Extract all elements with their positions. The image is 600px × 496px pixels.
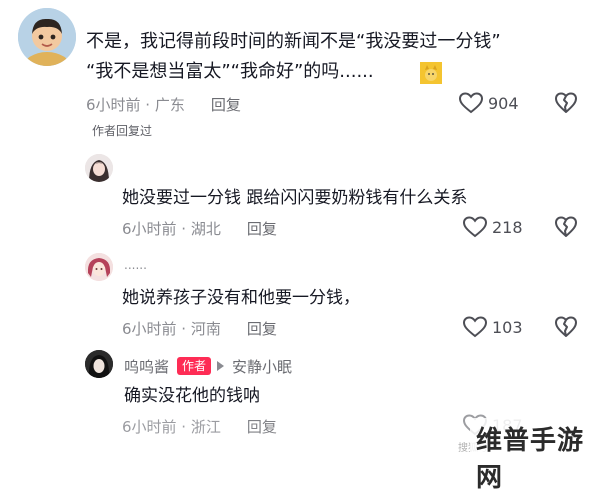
reply-meta-row: 6小时前 · 浙江 回复: [122, 416, 277, 436]
avatar-illustration: [18, 8, 76, 66]
heart-icon: [462, 216, 488, 238]
comment-text-line1: 不是，我记得前段时间的新闻不是“我没要过一分钱”: [86, 31, 501, 52]
author-avatar[interactable]: [85, 350, 113, 378]
commenter-avatar[interactable]: [18, 8, 76, 66]
reply-text: 确实没花他的钱呐: [124, 386, 260, 406]
avatar-illustration: [85, 350, 113, 378]
reply-text: 她说养孩子没有和他要一分钱，: [122, 288, 360, 308]
reply-avatar[interactable]: [85, 154, 113, 182]
reply-header-row: 呜呜酱 作者 安静小眠: [124, 356, 292, 376]
reply-button[interactable]: 回复: [247, 416, 277, 437]
dislike-button[interactable]: [554, 316, 578, 338]
broken-heart-icon: [555, 316, 577, 337]
like-count: 103: [492, 317, 523, 337]
emoji-sticker-icon: [420, 62, 442, 84]
reply-time-location: 6小时前 · 浙江: [122, 417, 221, 436]
dislike-button[interactable]: [554, 92, 578, 114]
reply-avatar[interactable]: [85, 253, 113, 281]
reply-button[interactable]: 回复: [247, 318, 277, 339]
reply-text: 她没要过一分钱 跟给闪闪要奶粉钱有什么关系: [122, 188, 468, 208]
avatar-illustration: [85, 154, 113, 182]
reply-to-name[interactable]: 安静小眠: [232, 356, 292, 377]
comment-text-line2: “我不是想当富太”“我命好”的吗......: [86, 58, 374, 86]
like-button[interactable]: 103: [462, 316, 523, 338]
broken-heart-icon: [555, 216, 577, 237]
broken-heart-icon: [555, 92, 577, 113]
reply-time-location: 6小时前 · 河南: [122, 319, 221, 338]
comment-text-line2-text: “我不是想当富太”“我命好”的吗......: [86, 61, 374, 82]
reply-meta-row: 6小时前 · 湖北 回复: [122, 218, 277, 238]
reply-meta-row: 6小时前 · 河南 回复: [122, 318, 277, 338]
author-replied-tag: 作者回复过: [92, 124, 153, 138]
watermark-text: 维普手游网: [476, 426, 585, 493]
dislike-button[interactable]: [554, 216, 578, 238]
like-button[interactable]: 218: [462, 216, 523, 238]
avatar-illustration: [85, 253, 113, 281]
heart-icon: [458, 92, 484, 114]
reply-time-location: 6小时前 · 湖北: [122, 219, 221, 238]
like-count: 904: [488, 93, 519, 113]
comment-time-location: 6小时前 · 广东: [86, 95, 185, 114]
watermark: 维普手游网: [470, 418, 600, 496]
author-badge: 作者: [177, 357, 212, 375]
reply-button[interactable]: 回复: [247, 218, 277, 239]
heart-icon: [462, 316, 488, 338]
reply-header-ellipsis: ......: [124, 258, 147, 272]
like-count: 218: [492, 217, 523, 237]
author-name[interactable]: 呜呜酱: [124, 356, 169, 377]
cat-emoji-icon: [420, 62, 442, 84]
comment-meta-row: 6小时前 · 广东 回复: [86, 94, 241, 114]
reply-button[interactable]: 回复: [211, 94, 241, 115]
like-button[interactable]: 904: [458, 92, 519, 114]
reply-arrow-icon: [217, 361, 225, 371]
